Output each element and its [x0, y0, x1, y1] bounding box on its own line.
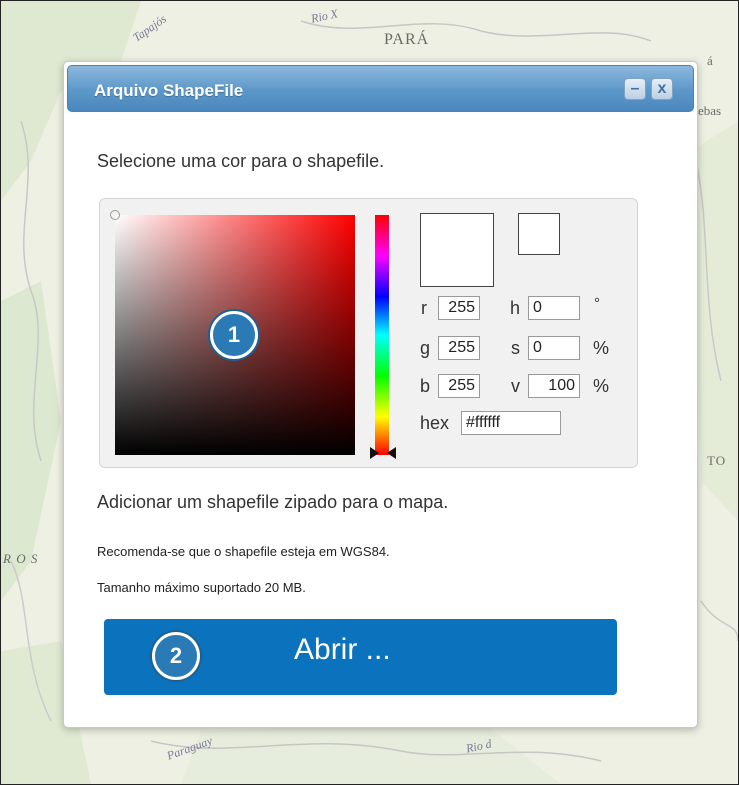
add-shapefile-text: Adicionar um shapefile zipado para o map…: [97, 492, 449, 512]
open-file-button[interactable]: 2 Abrir ...: [104, 619, 617, 695]
saturation-value-handle[interactable]: [110, 210, 120, 220]
h-unit: °: [594, 295, 600, 312]
h-input[interactable]: [528, 296, 580, 320]
map-label-ebas-fragment: ebas: [698, 103, 722, 118]
open-button-label: Abrir ...: [294, 633, 391, 666]
map-frame[interactable]: PARÁ Tapajós Rio X á ebas TO R O S Parag…: [0, 0, 739, 785]
select-color-text: Selecione uma cor para o shapefile.: [97, 151, 385, 171]
color-picker: 1 r h ° g s % b v: [99, 198, 638, 468]
dialog-content: Selecione uma cor para o shapefile. 1 r …: [64, 62, 697, 727]
hue-slider-handle[interactable]: [370, 447, 396, 459]
map-label-to-fragment: TO: [707, 453, 727, 468]
hue-slider[interactable]: [375, 215, 389, 455]
r-label: r: [421, 298, 427, 318]
s-label: s: [511, 338, 520, 358]
hex-label: hex: [420, 413, 450, 433]
map-label-ros-fragment: R O S: [3, 551, 39, 566]
original-color-swatch[interactable]: [518, 213, 560, 255]
s-unit: %: [593, 338, 610, 358]
max-size-text: Tamanho máximo suportado 20 MB.: [97, 580, 306, 595]
v-label: v: [511, 376, 520, 396]
g-label: g: [420, 338, 431, 358]
b-input[interactable]: [438, 374, 480, 398]
hex-input[interactable]: [461, 411, 561, 435]
s-input[interactable]: [528, 336, 580, 360]
b-label: b: [420, 376, 431, 396]
step-2-marker: 2: [152, 632, 200, 680]
recommend-text: Recomenda-se que o shapefile esteja em W…: [97, 544, 390, 559]
h-label: h: [510, 298, 521, 318]
current-color-swatch: [420, 213, 494, 287]
shapefile-dialog: Arquivo ShapeFile – x Selecione uma cor …: [63, 61, 698, 728]
map-label-macapa-fragment: á: [707, 53, 714, 68]
map-label-para: PARÁ: [384, 31, 430, 48]
v-unit: %: [593, 376, 610, 396]
step-1-marker: 1: [210, 311, 258, 359]
r-input[interactable]: [438, 296, 480, 320]
v-input[interactable]: [528, 374, 580, 398]
g-input[interactable]: [438, 336, 480, 360]
